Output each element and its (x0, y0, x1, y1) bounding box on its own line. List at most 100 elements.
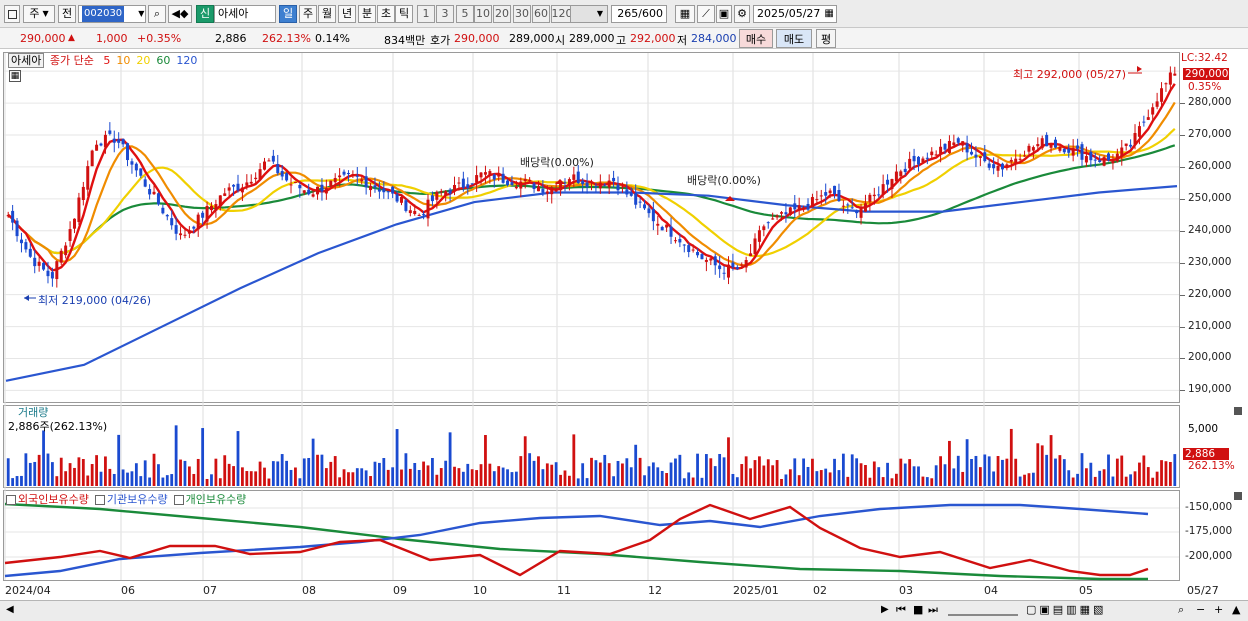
interval-1[interactable]: 1 (417, 5, 435, 23)
candle-body (908, 158, 912, 169)
volume-bar (961, 471, 965, 486)
last-page-icon[interactable]: ⏭ (928, 603, 938, 617)
first-page-icon[interactable]: ⏮ (896, 603, 906, 617)
volume-bar (925, 477, 929, 486)
volume-bar (241, 467, 244, 486)
speaker-icon[interactable]: ◀◆ (168, 5, 192, 23)
volume-bar (541, 469, 545, 486)
candle-body (930, 151, 934, 156)
candle-body (682, 244, 686, 246)
candle-body (704, 259, 708, 262)
candle-body (214, 204, 218, 211)
stock-tag[interactable]: 아세아 (8, 53, 45, 68)
holding-checkbox[interactable] (94, 495, 105, 505)
candle-body (77, 197, 81, 223)
volume-bar (73, 467, 76, 486)
candle-body (841, 205, 845, 207)
table-icon[interactable]: ▦ (9, 70, 21, 82)
interval-30[interactable]: 30 (513, 5, 531, 23)
last-price-tag: 290,000 (1183, 68, 1229, 80)
interval-3[interactable]: 3 (436, 5, 454, 23)
volume-bar (550, 464, 554, 486)
volume-bar (152, 453, 156, 486)
interval-dropdown[interactable]: ▼ (570, 5, 608, 23)
candle-body (890, 178, 894, 190)
draw-icon[interactable]: ⟋ (697, 5, 715, 23)
candle-body (634, 193, 638, 205)
candle-body (201, 212, 205, 218)
volume-bar (674, 458, 677, 486)
low-label: 저 (677, 34, 688, 47)
holding-checkbox[interactable] (173, 495, 184, 505)
candle-body (1023, 155, 1027, 157)
candle-body (1164, 83, 1168, 85)
volume-bar (749, 468, 752, 486)
volume-bar (598, 462, 602, 486)
candle-body (850, 207, 854, 209)
holding-axis-label: -175,000 (1185, 525, 1233, 537)
candle-body (638, 201, 642, 203)
save-icon[interactable]: ▣ (716, 5, 732, 23)
interval-60[interactable]: 60 (532, 5, 550, 23)
candle-body (1036, 144, 1040, 147)
volume-bar (987, 456, 991, 486)
timeframe-6[interactable]: 틱 (395, 5, 413, 23)
volume-bar (285, 460, 288, 486)
timeframe-3[interactable]: 년 (338, 5, 356, 23)
timeframe-4[interactable]: 분 (358, 5, 376, 23)
candle-body (351, 174, 355, 176)
volume-bar (713, 466, 717, 486)
date-field[interactable]: 2025/05/27 ▦ (753, 5, 837, 23)
chart-type-icon[interactable] (4, 5, 20, 23)
layout-icons[interactable]: ▢▣▤▥▦▧ (1026, 603, 1106, 616)
stock-name-field[interactable]: 아세아 (214, 5, 276, 23)
volume-bar (201, 428, 205, 486)
grid-icon[interactable]: ▦ (675, 5, 695, 23)
timeframe-1[interactable]: 주 (299, 5, 317, 23)
candle-body (1155, 101, 1159, 107)
candle-body (148, 188, 152, 195)
sell-button[interactable]: 매도 (776, 29, 812, 48)
timeframe-0[interactable]: 일 (279, 5, 297, 23)
code-input[interactable]: 002030 ▼ (78, 5, 146, 23)
candle-body (1040, 138, 1044, 149)
open-value: 289,000 (569, 32, 615, 45)
chart-area[interactable] (0, 49, 1248, 601)
eval-button[interactable]: 평 (816, 29, 836, 48)
candle-body (1080, 144, 1084, 160)
volume-bar (1155, 471, 1159, 486)
interval-5[interactable]: 5 (456, 5, 474, 23)
interval-20[interactable]: 20 (493, 5, 511, 23)
volume-bar (811, 458, 814, 486)
holding-checkbox[interactable] (6, 495, 16, 505)
volume-bar (377, 462, 381, 486)
volume-bar (90, 464, 94, 486)
candle-body (784, 212, 788, 215)
scroll-left-icon[interactable]: ◀ (6, 604, 14, 615)
candle-body (673, 240, 677, 242)
candle-body (541, 189, 545, 193)
search-icon[interactable]: ⌕ (148, 5, 166, 23)
candle-body (567, 179, 571, 186)
volume-bar (42, 430, 45, 486)
candle-body (1049, 144, 1053, 148)
volume-bar (360, 468, 364, 486)
fit-icon[interactable]: ▲ (1232, 603, 1240, 616)
timeframe-2[interactable]: 월 (318, 5, 336, 23)
prev-button[interactable]: 전 (58, 5, 76, 23)
timeframe-5[interactable]: 초 (377, 5, 395, 23)
scroll-right-icon[interactable]: ▶ (881, 604, 889, 615)
zoom-slider[interactable] (948, 604, 1018, 616)
count-field[interactable]: 265/600 (611, 5, 667, 23)
zoom-out-icon[interactable]: − (1196, 603, 1205, 616)
gear-icon[interactable]: ⚙ (734, 5, 750, 23)
buy-button[interactable]: 매수 (739, 29, 773, 48)
period-select[interactable]: 주 ▼ (23, 5, 55, 23)
zoom-icon[interactable]: ⌕ (1178, 603, 1184, 617)
candle-body (50, 272, 54, 279)
stop-icon[interactable]: ■ (913, 603, 923, 616)
interval-10[interactable]: 10 (474, 5, 492, 23)
candle-body (625, 189, 629, 195)
candle-body (15, 220, 19, 237)
zoom-in-icon[interactable]: + (1214, 603, 1223, 616)
